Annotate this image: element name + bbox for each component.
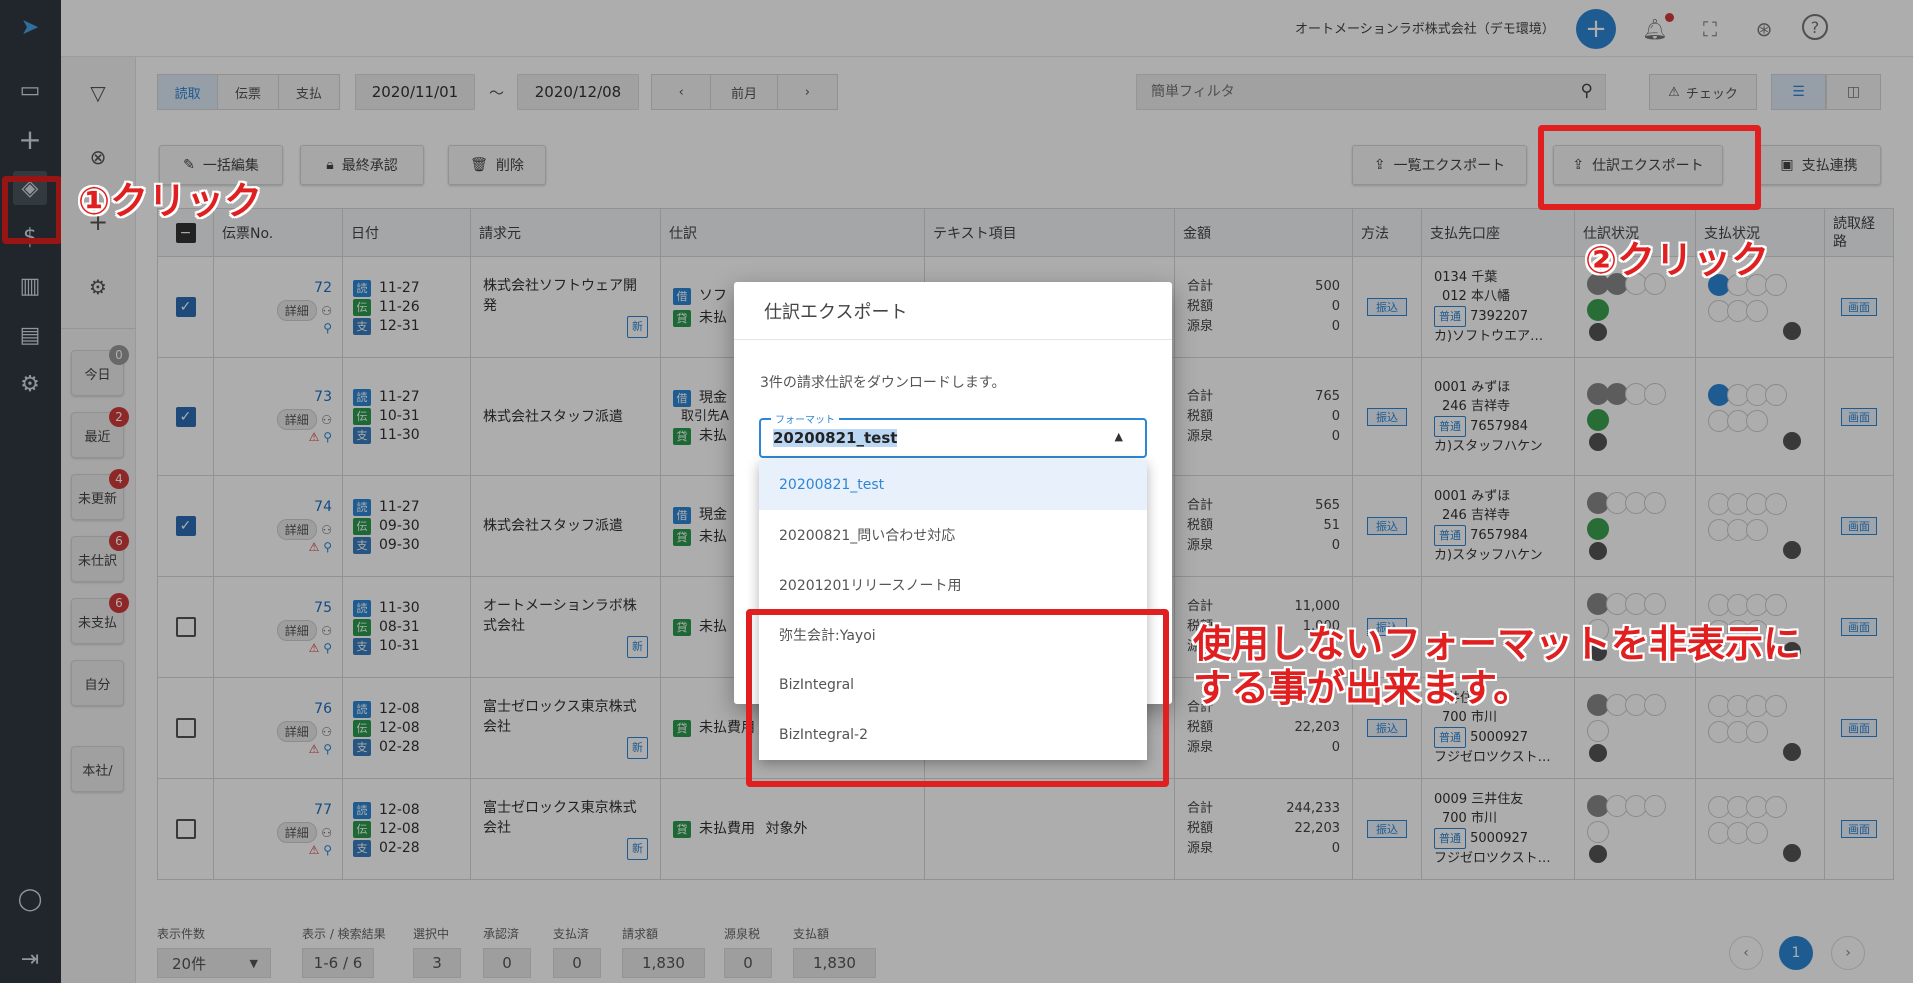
format-value: 20200821_test: [773, 429, 898, 447]
dialog-message: 3件の請求仕訳をダウンロードします。: [760, 375, 1006, 391]
format-option[interactable]: 20201201リリースノート用: [759, 560, 1147, 610]
caret-up-icon: ▲: [1114, 430, 1123, 443]
dialog-title: 仕訳エクスポート: [734, 282, 1172, 340]
annotation-box-3: [746, 609, 1169, 787]
annotation-step1: ①クリック: [78, 179, 263, 223]
format-option[interactable]: 20200821_test: [759, 460, 1147, 510]
annotation-box-2: [1538, 125, 1761, 210]
format-label: フォーマット: [771, 411, 839, 426]
format-option[interactable]: 20200821_問い合わせ対応: [759, 510, 1147, 560]
annotation-note: 使用しないフォーマットを非表示に する事が出来ます。: [1193, 622, 1802, 710]
annotation-step2: ②クリック: [1585, 238, 1770, 282]
format-select[interactable]: フォーマット 20200821_test ▲: [759, 411, 1147, 458]
